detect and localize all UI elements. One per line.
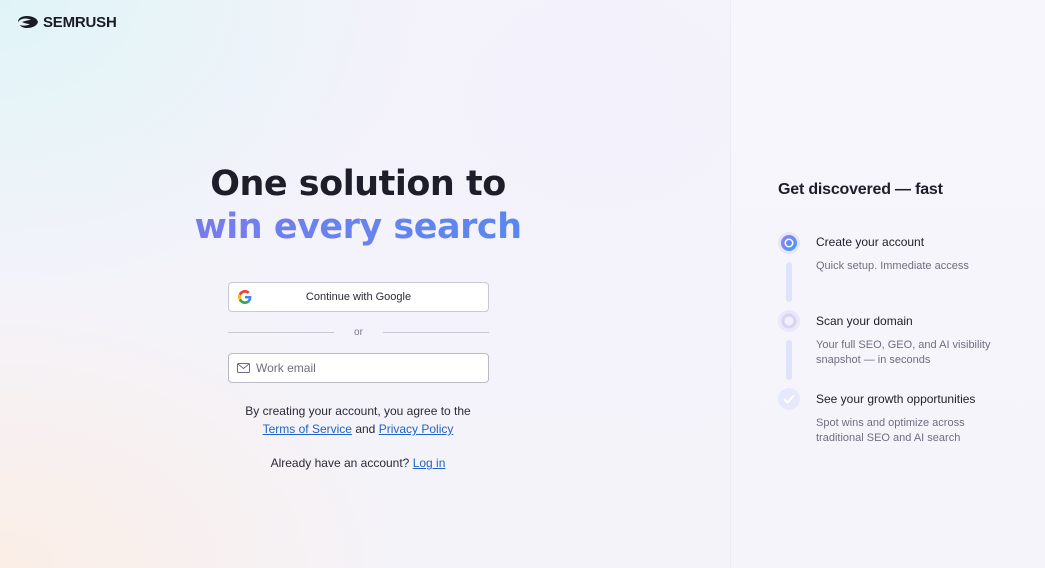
work-email-field[interactable] <box>228 353 489 383</box>
semrush-logo[interactable]: SEMRUSH <box>17 13 117 31</box>
step-title: Create your account <box>816 235 925 249</box>
brand-name: SEMRUSH <box>43 13 117 31</box>
step-description: Your full SEO, GEO, and AI visibility sn… <box>816 339 991 366</box>
active-step-icon <box>778 232 800 254</box>
headline-line-1: One solution to <box>210 164 506 204</box>
work-email-input[interactable] <box>256 361 476 375</box>
or-divider: or <box>228 325 489 339</box>
divider-line <box>228 331 335 333</box>
login-prompt-text: Already have an account? <box>270 456 410 470</box>
step-title: Scan your domain <box>816 314 913 328</box>
continue-with-google-button[interactable]: Continue with Google <box>228 282 489 312</box>
terms-prefix: By creating your account, you agree to t… <box>245 404 471 418</box>
step-connector <box>786 262 792 302</box>
panel-title: Get discovered — fast <box>778 181 943 198</box>
google-icon <box>238 290 252 304</box>
terms-and: and <box>355 422 376 436</box>
step-description: Spot wins and optimize across traditiona… <box>816 417 965 444</box>
divider-line <box>382 331 489 333</box>
step-title: See your growth opportunities <box>816 392 976 406</box>
step-description: Quick setup. Immediate access <box>816 260 969 272</box>
headline-line-2: win every search <box>0 206 716 249</box>
login-prompt: Already have an account? Log in <box>200 456 516 470</box>
pending-step-icon <box>778 310 800 332</box>
log-in-link[interactable]: Log in <box>413 456 446 470</box>
terms-notice: By creating your account, you agree to t… <box>200 402 516 438</box>
semrush-flame-icon <box>18 16 38 28</box>
privacy-policy-link[interactable]: Privacy Policy <box>379 422 454 436</box>
terms-of-service-link[interactable]: Terms of Service <box>263 422 352 436</box>
google-button-label: Continue with Google <box>305 291 412 303</box>
step-connector <box>786 340 792 380</box>
onboarding-panel <box>730 0 1045 568</box>
mail-icon <box>237 363 250 373</box>
check-step-icon <box>778 388 800 410</box>
divider-text: or <box>354 326 363 338</box>
